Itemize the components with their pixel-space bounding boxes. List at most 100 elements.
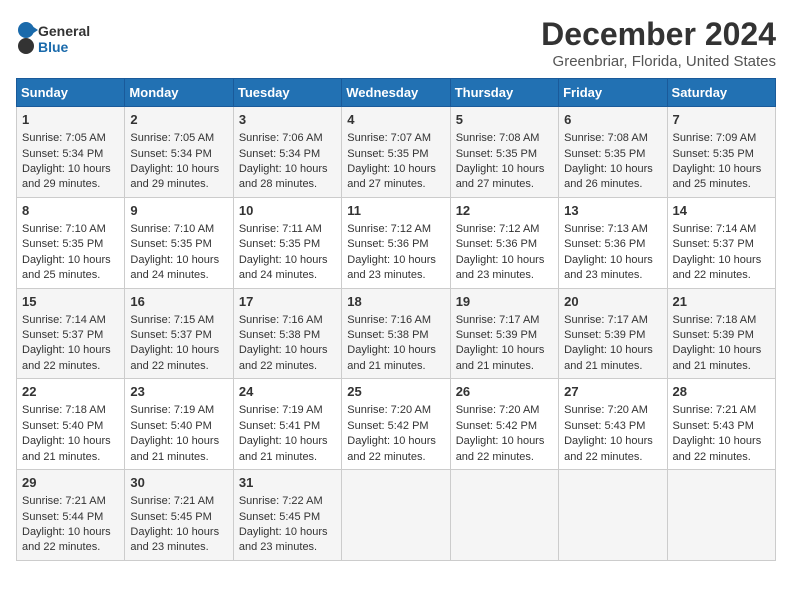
day-number: 25 <box>347 383 444 401</box>
day-number: 22 <box>22 383 119 401</box>
day-number: 29 <box>22 474 119 492</box>
sunrise-label: Sunrise: 7:10 AM <box>22 223 106 235</box>
day-number: 11 <box>347 202 444 220</box>
sunset-label: Sunset: 5:39 PM <box>456 329 537 341</box>
daylight-label: Daylight: 10 hours and 21 minutes. <box>130 435 219 462</box>
day-number: 15 <box>22 293 119 311</box>
calendar-cell: 24 Sunrise: 7:19 AM Sunset: 5:41 PM Dayl… <box>233 379 341 470</box>
daylight-label: Daylight: 10 hours and 21 minutes. <box>22 435 111 462</box>
day-number: 1 <box>22 111 119 129</box>
sunrise-label: Sunrise: 7:14 AM <box>673 223 757 235</box>
sunrise-label: Sunrise: 7:05 AM <box>130 132 214 144</box>
sunset-label: Sunset: 5:38 PM <box>347 329 428 341</box>
calendar-cell: 5 Sunrise: 7:08 AM Sunset: 5:35 PM Dayli… <box>450 107 558 198</box>
day-number: 13 <box>564 202 661 220</box>
sunrise-label: Sunrise: 7:14 AM <box>22 314 106 326</box>
daylight-label: Daylight: 10 hours and 27 minutes. <box>456 163 545 190</box>
day-number: 27 <box>564 383 661 401</box>
daylight-label: Daylight: 10 hours and 22 minutes. <box>239 344 328 371</box>
sunset-label: Sunset: 5:41 PM <box>239 420 320 432</box>
day-number: 6 <box>564 111 661 129</box>
sunrise-label: Sunrise: 7:21 AM <box>130 495 214 507</box>
calendar-cell: 17 Sunrise: 7:16 AM Sunset: 5:38 PM Dayl… <box>233 288 341 379</box>
sunset-label: Sunset: 5:45 PM <box>239 511 320 523</box>
calendar-cell: 6 Sunrise: 7:08 AM Sunset: 5:35 PM Dayli… <box>559 107 667 198</box>
day-number: 8 <box>22 202 119 220</box>
calendar-table: Sunday Monday Tuesday Wednesday Thursday… <box>16 78 776 561</box>
day-number: 20 <box>564 293 661 311</box>
day-number: 10 <box>239 202 336 220</box>
calendar-cell: 8 Sunrise: 7:10 AM Sunset: 5:35 PM Dayli… <box>17 197 125 288</box>
daylight-label: Daylight: 10 hours and 25 minutes. <box>673 163 762 190</box>
calendar-cell <box>667 470 775 561</box>
daylight-label: Daylight: 10 hours and 24 minutes. <box>239 254 328 281</box>
sunset-label: Sunset: 5:35 PM <box>22 238 103 250</box>
sunrise-label: Sunrise: 7:12 AM <box>456 223 540 235</box>
calendar-cell: 3 Sunrise: 7:06 AM Sunset: 5:34 PM Dayli… <box>233 107 341 198</box>
calendar-week-2: 8 Sunrise: 7:10 AM Sunset: 5:35 PM Dayli… <box>17 197 776 288</box>
sunset-label: Sunset: 5:34 PM <box>130 148 211 160</box>
daylight-label: Daylight: 10 hours and 26 minutes. <box>564 163 653 190</box>
sunset-label: Sunset: 5:36 PM <box>456 238 537 250</box>
sunrise-label: Sunrise: 7:16 AM <box>347 314 431 326</box>
day-number: 5 <box>456 111 553 129</box>
daylight-label: Daylight: 10 hours and 22 minutes. <box>673 254 762 281</box>
daylight-label: Daylight: 10 hours and 22 minutes. <box>673 435 762 462</box>
sunrise-label: Sunrise: 7:09 AM <box>673 132 757 144</box>
header-sunday: Sunday <box>17 79 125 107</box>
sunset-label: Sunset: 5:34 PM <box>22 148 103 160</box>
day-number: 26 <box>456 383 553 401</box>
calendar-week-1: 1 Sunrise: 7:05 AM Sunset: 5:34 PM Dayli… <box>17 107 776 198</box>
calendar-cell: 13 Sunrise: 7:13 AM Sunset: 5:36 PM Dayl… <box>559 197 667 288</box>
day-number: 23 <box>130 383 227 401</box>
daylight-label: Daylight: 10 hours and 22 minutes. <box>347 435 436 462</box>
sunset-label: Sunset: 5:37 PM <box>673 238 754 250</box>
day-number: 17 <box>239 293 336 311</box>
calendar-cell: 29 Sunrise: 7:21 AM Sunset: 5:44 PM Dayl… <box>17 470 125 561</box>
day-number: 9 <box>130 202 227 220</box>
day-number: 24 <box>239 383 336 401</box>
calendar-cell: 14 Sunrise: 7:14 AM Sunset: 5:37 PM Dayl… <box>667 197 775 288</box>
sunset-label: Sunset: 5:42 PM <box>347 420 428 432</box>
calendar-cell <box>559 470 667 561</box>
page-subtitle: Greenbriar, Florida, United States <box>541 53 776 70</box>
page-header: General Blue December 2024 Greenbriar, F… <box>16 16 776 70</box>
sunset-label: Sunset: 5:37 PM <box>22 329 103 341</box>
calendar-cell: 23 Sunrise: 7:19 AM Sunset: 5:40 PM Dayl… <box>125 379 233 470</box>
calendar-cell: 20 Sunrise: 7:17 AM Sunset: 5:39 PM Dayl… <box>559 288 667 379</box>
calendar-cell: 10 Sunrise: 7:11 AM Sunset: 5:35 PM Dayl… <box>233 197 341 288</box>
sunrise-label: Sunrise: 7:19 AM <box>239 404 323 416</box>
calendar-week-3: 15 Sunrise: 7:14 AM Sunset: 5:37 PM Dayl… <box>17 288 776 379</box>
day-number: 7 <box>673 111 770 129</box>
title-section: December 2024 Greenbriar, Florida, Unite… <box>541 16 776 70</box>
calendar-week-4: 22 Sunrise: 7:18 AM Sunset: 5:40 PM Dayl… <box>17 379 776 470</box>
sunset-label: Sunset: 5:36 PM <box>347 238 428 250</box>
sunset-label: Sunset: 5:35 PM <box>673 148 754 160</box>
day-number: 18 <box>347 293 444 311</box>
calendar-week-5: 29 Sunrise: 7:21 AM Sunset: 5:44 PM Dayl… <box>17 470 776 561</box>
header-tuesday: Tuesday <box>233 79 341 107</box>
logo-svg: General Blue <box>16 16 96 60</box>
header-saturday: Saturday <box>667 79 775 107</box>
day-number: 28 <box>673 383 770 401</box>
logo: General Blue <box>16 16 96 60</box>
daylight-label: Daylight: 10 hours and 24 minutes. <box>130 254 219 281</box>
sunrise-label: Sunrise: 7:17 AM <box>456 314 540 326</box>
daylight-label: Daylight: 10 hours and 23 minutes. <box>564 254 653 281</box>
daylight-label: Daylight: 10 hours and 21 minutes. <box>239 435 328 462</box>
sunset-label: Sunset: 5:40 PM <box>22 420 103 432</box>
daylight-label: Daylight: 10 hours and 29 minutes. <box>22 163 111 190</box>
day-number: 12 <box>456 202 553 220</box>
sunset-label: Sunset: 5:43 PM <box>564 420 645 432</box>
sunrise-label: Sunrise: 7:18 AM <box>22 404 106 416</box>
sunset-label: Sunset: 5:43 PM <box>673 420 754 432</box>
daylight-label: Daylight: 10 hours and 23 minutes. <box>456 254 545 281</box>
daylight-label: Daylight: 10 hours and 22 minutes. <box>22 526 111 553</box>
sunset-label: Sunset: 5:35 PM <box>239 238 320 250</box>
sunrise-label: Sunrise: 7:08 AM <box>564 132 648 144</box>
sunrise-label: Sunrise: 7:12 AM <box>347 223 431 235</box>
daylight-label: Daylight: 10 hours and 21 minutes. <box>673 344 762 371</box>
page-title: December 2024 <box>541 16 776 53</box>
calendar-cell: 11 Sunrise: 7:12 AM Sunset: 5:36 PM Dayl… <box>342 197 450 288</box>
sunrise-label: Sunrise: 7:19 AM <box>130 404 214 416</box>
